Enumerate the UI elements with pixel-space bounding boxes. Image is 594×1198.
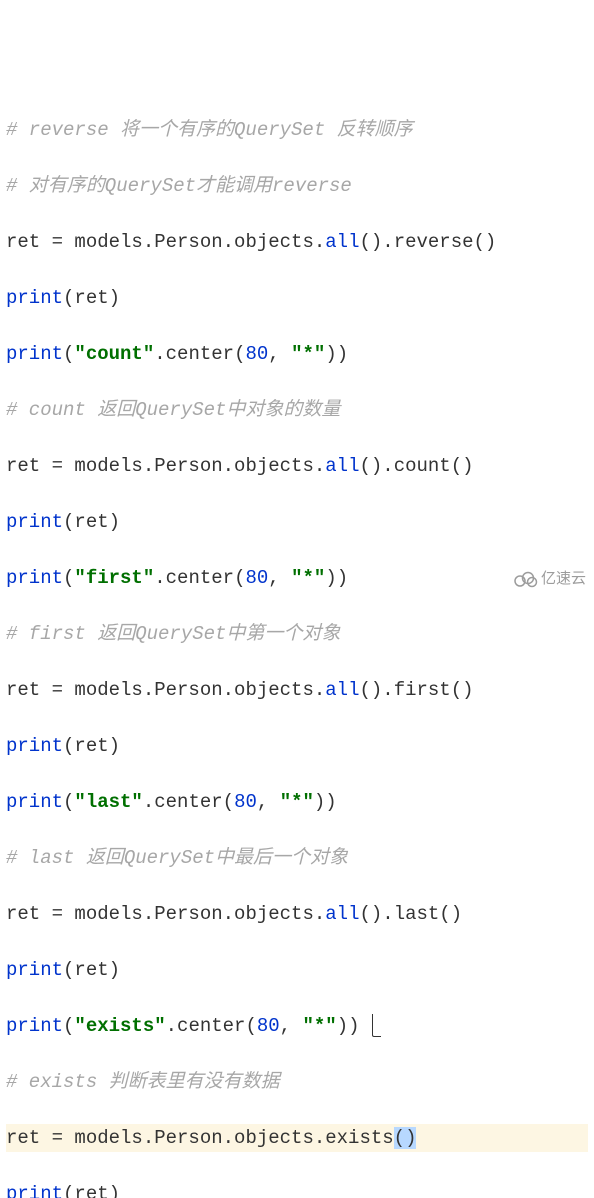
code-line: print(ret)	[6, 284, 588, 312]
string: "exists"	[74, 1015, 165, 1037]
builtin: print	[6, 1015, 63, 1037]
cloud-icon	[511, 570, 539, 588]
text-cursor-icon	[372, 1014, 381, 1037]
builtin: all	[325, 455, 359, 477]
code-line: print(ret)	[6, 732, 588, 760]
code-line: # reverse 将一个有序的QuerySet 反转顺序	[6, 116, 588, 144]
code-line: print("exists".center(80, "*"))	[6, 1012, 588, 1040]
code-text: (ret)	[63, 287, 120, 309]
string: "last"	[74, 791, 142, 813]
code-text: ,	[280, 1015, 303, 1037]
builtin: print	[6, 791, 63, 813]
code-line: print("last".center(80, "*"))	[6, 788, 588, 816]
code-line: # 对有序的QuerySet才能调用reverse	[6, 172, 588, 200]
code-line: print(ret)	[6, 956, 588, 984]
comment: # count 返回QuerySet中对象的数量	[6, 399, 340, 421]
builtin: print	[6, 1183, 63, 1198]
code-line: print(ret)	[6, 1180, 588, 1198]
watermark: 亿速云	[511, 565, 586, 593]
code-text: ))	[325, 567, 348, 589]
code-text: (	[63, 343, 74, 365]
builtin: all	[325, 231, 359, 253]
code-text: ().count()	[359, 455, 473, 477]
number: 80	[257, 1015, 280, 1037]
code-line: # first 返回QuerySet中第一个对象	[6, 620, 588, 648]
number: 80	[245, 343, 268, 365]
watermark-text: 亿速云	[541, 565, 586, 593]
code-text: (	[63, 567, 74, 589]
builtin: print	[6, 287, 63, 309]
code-text: ))	[337, 1015, 360, 1037]
builtin: print	[6, 735, 63, 757]
code-text: ))	[325, 343, 348, 365]
code-text: ret = models.Person.objects.	[6, 903, 325, 925]
code-line: ret = models.Person.objects.all().first(…	[6, 676, 588, 704]
code-line: print(ret)	[6, 508, 588, 536]
builtin: all	[325, 903, 359, 925]
builtin: print	[6, 959, 63, 981]
comment: # first 返回QuerySet中第一个对象	[6, 623, 340, 645]
builtin: print	[6, 511, 63, 533]
string: "*"	[280, 791, 314, 813]
comment: # reverse 将一个有序的QuerySet 反转顺序	[6, 119, 413, 141]
code-text: ().first()	[359, 679, 473, 701]
code-text: ))	[314, 791, 337, 813]
code-text: (ret)	[63, 1183, 120, 1198]
code-text: (ret)	[63, 735, 120, 757]
code-text: (ret)	[63, 511, 120, 533]
code-line: print("first".center(80, "*"))	[6, 564, 588, 592]
string: "*"	[291, 567, 325, 589]
builtin: print	[6, 343, 63, 365]
code-text: .center(	[166, 1015, 257, 1037]
code-text: ().last()	[359, 903, 462, 925]
builtin: all	[325, 679, 359, 701]
code-text: ret = models.Person.objects.	[6, 455, 325, 477]
code-line: print("count".center(80, "*"))	[6, 340, 588, 368]
code-text: ,	[268, 567, 291, 589]
code-line: ret = models.Person.objects.all().revers…	[6, 228, 588, 256]
comment: # exists 判断表里有没有数据	[6, 1071, 280, 1093]
code-text: (ret)	[63, 959, 120, 981]
comment: # 对有序的QuerySet才能调用reverse	[6, 175, 352, 197]
code-text: ret = models.Person.objects.	[6, 679, 325, 701]
number: 80	[245, 567, 268, 589]
comment: # last 返回QuerySet中最后一个对象	[6, 847, 348, 869]
code-line-highlighted: ret = models.Person.objects.exists()	[6, 1124, 588, 1152]
code-line: # count 返回QuerySet中对象的数量	[6, 396, 588, 424]
string: "*"	[302, 1015, 336, 1037]
code-text: ret = models.Person.objects.exists	[6, 1127, 394, 1149]
string: "first"	[74, 567, 154, 589]
selection: ()	[394, 1127, 417, 1149]
number: 80	[234, 791, 257, 813]
code-text: ().reverse()	[359, 231, 496, 253]
string: "*"	[291, 343, 325, 365]
code-line: ret = models.Person.objects.all().count(…	[6, 452, 588, 480]
code-text: ,	[257, 791, 280, 813]
code-text: (	[63, 1015, 74, 1037]
code-text: .center(	[143, 791, 234, 813]
string: "count"	[74, 343, 154, 365]
code-line: # last 返回QuerySet中最后一个对象	[6, 844, 588, 872]
code-text: .center(	[154, 567, 245, 589]
code-line: # exists 判断表里有没有数据	[6, 1068, 588, 1096]
code-text: (	[63, 791, 74, 813]
code-line: ret = models.Person.objects.all().last()	[6, 900, 588, 928]
code-text: .center(	[154, 343, 245, 365]
code-text: ,	[268, 343, 291, 365]
builtin: print	[6, 567, 63, 589]
code-text: ret = models.Person.objects.	[6, 231, 325, 253]
